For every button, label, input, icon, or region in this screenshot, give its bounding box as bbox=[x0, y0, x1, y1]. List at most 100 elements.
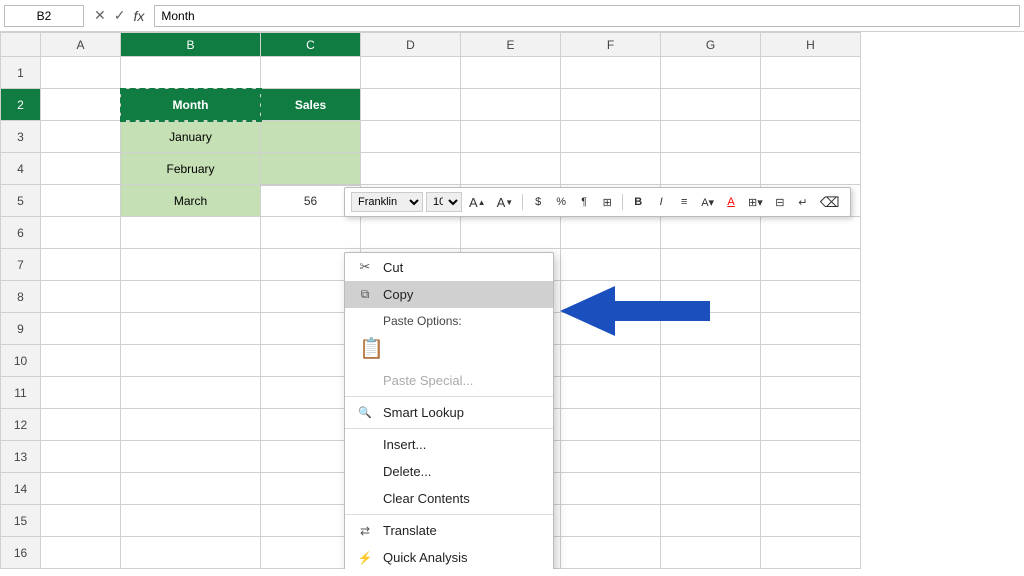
cell-B13[interactable] bbox=[121, 441, 261, 473]
cell-F3[interactable] bbox=[561, 121, 661, 153]
cell-H14[interactable] bbox=[761, 473, 861, 505]
cell-H3[interactable] bbox=[761, 121, 861, 153]
cell-C6[interactable] bbox=[261, 217, 361, 249]
cell-A11[interactable] bbox=[41, 377, 121, 409]
cell-G15[interactable] bbox=[661, 505, 761, 537]
cell-F7[interactable] bbox=[561, 249, 661, 281]
align-button[interactable]: ≡ bbox=[674, 192, 694, 212]
cell-H2[interactable] bbox=[761, 89, 861, 121]
cell-D3[interactable] bbox=[361, 121, 461, 153]
cell-B4[interactable]: February bbox=[121, 153, 261, 185]
cell-name-box[interactable]: B2 bbox=[4, 5, 84, 27]
percent-button[interactable]: % bbox=[551, 192, 571, 212]
menu-item-translate[interactable]: ⇄ Translate bbox=[345, 517, 553, 544]
menu-item-delete[interactable]: Delete... bbox=[345, 458, 553, 485]
cell-H4[interactable] bbox=[761, 153, 861, 185]
confirm-icon[interactable]: ✓ bbox=[114, 7, 126, 24]
cell-F1[interactable] bbox=[561, 57, 661, 89]
cell-D1[interactable] bbox=[361, 57, 461, 89]
cell-H12[interactable] bbox=[761, 409, 861, 441]
menu-item-insert[interactable]: Insert... bbox=[345, 431, 553, 458]
border-button[interactable]: ⊞▾ bbox=[744, 192, 767, 212]
cell-B7[interactable] bbox=[121, 249, 261, 281]
cell-B9[interactable] bbox=[121, 313, 261, 345]
clear-format-button[interactable]: ⌫ bbox=[816, 192, 844, 212]
italic-button[interactable]: I bbox=[651, 192, 671, 212]
cell-H9[interactable] bbox=[761, 313, 861, 345]
cell-H13[interactable] bbox=[761, 441, 861, 473]
cell-B11[interactable] bbox=[121, 377, 261, 409]
cell-D2[interactable] bbox=[361, 89, 461, 121]
cell-A8[interactable] bbox=[41, 281, 121, 313]
cell-G14[interactable] bbox=[661, 473, 761, 505]
col-header-G[interactable]: G bbox=[661, 33, 761, 57]
format-button[interactable]: ¶ bbox=[574, 192, 594, 212]
table-format-button[interactable]: ⊞ bbox=[597, 192, 617, 212]
fx-icon[interactable]: fx bbox=[133, 8, 144, 24]
cell-G13[interactable] bbox=[661, 441, 761, 473]
cell-B8[interactable] bbox=[121, 281, 261, 313]
cell-B12[interactable] bbox=[121, 409, 261, 441]
menu-item-smart-lookup[interactable]: 🔍 Smart Lookup bbox=[345, 399, 553, 426]
cell-C4[interactable] bbox=[261, 153, 361, 185]
cell-G11[interactable] bbox=[661, 377, 761, 409]
cell-F2[interactable] bbox=[561, 89, 661, 121]
cell-E1[interactable] bbox=[461, 57, 561, 89]
formula-input[interactable]: Month bbox=[154, 5, 1020, 27]
cell-H6[interactable] bbox=[761, 217, 861, 249]
highlight-color-button[interactable]: A▾ bbox=[697, 192, 718, 212]
cell-B1[interactable] bbox=[121, 57, 261, 89]
cell-F11[interactable] bbox=[561, 377, 661, 409]
cell-A10[interactable] bbox=[41, 345, 121, 377]
cell-A6[interactable] bbox=[41, 217, 121, 249]
menu-item-quick-analysis[interactable]: ⚡ Quick Analysis bbox=[345, 544, 553, 569]
col-header-H[interactable]: H bbox=[761, 33, 861, 57]
cell-A16[interactable] bbox=[41, 537, 121, 569]
cell-A13[interactable] bbox=[41, 441, 121, 473]
cell-E3[interactable] bbox=[461, 121, 561, 153]
cell-G1[interactable] bbox=[661, 57, 761, 89]
cell-H7[interactable] bbox=[761, 249, 861, 281]
cell-G2[interactable] bbox=[661, 89, 761, 121]
cell-B2[interactable]: Month bbox=[121, 89, 261, 121]
cell-B6[interactable] bbox=[121, 217, 261, 249]
cell-D4[interactable] bbox=[361, 153, 461, 185]
cell-F13[interactable] bbox=[561, 441, 661, 473]
cell-F10[interactable] bbox=[561, 345, 661, 377]
cell-B16[interactable] bbox=[121, 537, 261, 569]
cell-C1[interactable] bbox=[261, 57, 361, 89]
cell-A9[interactable] bbox=[41, 313, 121, 345]
currency-button[interactable]: $ bbox=[528, 192, 548, 212]
cell-A5[interactable] bbox=[41, 185, 121, 217]
col-header-E[interactable]: E bbox=[461, 33, 561, 57]
cell-G16[interactable] bbox=[661, 537, 761, 569]
cell-H10[interactable] bbox=[761, 345, 861, 377]
cell-G6[interactable] bbox=[661, 217, 761, 249]
cell-E4[interactable] bbox=[461, 153, 561, 185]
cell-A2[interactable] bbox=[41, 89, 121, 121]
cell-E2[interactable] bbox=[461, 89, 561, 121]
cell-F16[interactable] bbox=[561, 537, 661, 569]
cell-A1[interactable] bbox=[41, 57, 121, 89]
cell-H8[interactable] bbox=[761, 281, 861, 313]
font-name-select[interactable]: Franklin bbox=[351, 192, 423, 212]
col-header-D[interactable]: D bbox=[361, 33, 461, 57]
cell-H16[interactable] bbox=[761, 537, 861, 569]
cell-G10[interactable] bbox=[661, 345, 761, 377]
cell-F4[interactable] bbox=[561, 153, 661, 185]
menu-item-copy[interactable]: ⧉ Copy bbox=[345, 281, 553, 308]
increase-font-button[interactable]: A▲ bbox=[465, 192, 490, 212]
cell-G3[interactable] bbox=[661, 121, 761, 153]
cell-A4[interactable] bbox=[41, 153, 121, 185]
cell-H11[interactable] bbox=[761, 377, 861, 409]
cell-H1[interactable] bbox=[761, 57, 861, 89]
cell-A12[interactable] bbox=[41, 409, 121, 441]
cell-B5[interactable]: March bbox=[121, 185, 261, 217]
cell-G7[interactable] bbox=[661, 249, 761, 281]
cell-A3[interactable] bbox=[41, 121, 121, 153]
bold-button[interactable]: B bbox=[628, 192, 648, 212]
cell-D6[interactable] bbox=[361, 217, 461, 249]
cell-A14[interactable] bbox=[41, 473, 121, 505]
wrap-button[interactable]: ↵ bbox=[793, 192, 813, 212]
decrease-font-button[interactable]: A▼ bbox=[493, 192, 518, 212]
